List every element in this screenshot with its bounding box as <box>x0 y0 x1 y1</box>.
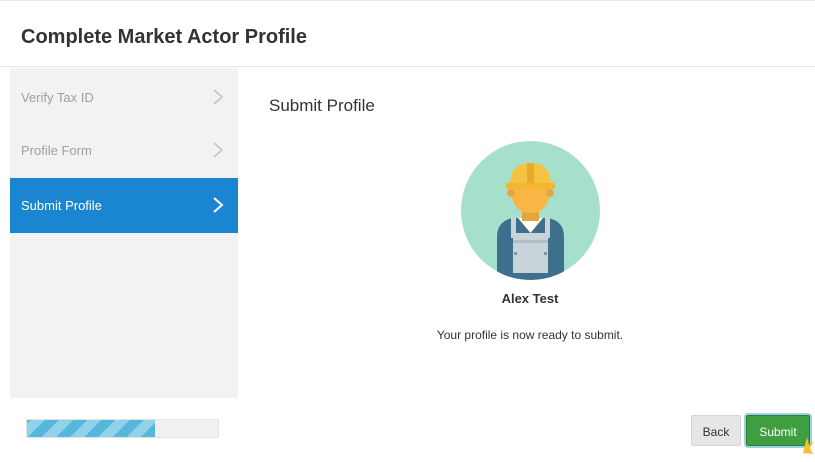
status-message: Your profile is now ready to submit. <box>436 328 624 342</box>
chevron-right-icon <box>213 89 224 105</box>
progress-fill <box>27 420 155 437</box>
steps-sidebar: Verify Tax ID Profile Form Submit Profil… <box>10 68 238 398</box>
user-name: Alex Test <box>501 291 559 306</box>
wizard-header: Complete Market Actor Profile <box>0 1 815 67</box>
back-button[interactable]: Back <box>691 415 741 446</box>
construction-worker-avatar-icon <box>461 141 600 280</box>
wizard-progress-bar <box>26 419 219 438</box>
step-label: Profile Form <box>21 143 92 158</box>
section-title: Submit Profile <box>269 96 375 115</box>
page-title: Complete Market Actor Profile <box>21 26 307 48</box>
step-verify-tax-id[interactable]: Verify Tax ID <box>10 70 238 125</box>
step-submit-profile[interactable]: Submit Profile <box>10 178 238 233</box>
step-label: Verify Tax ID <box>21 90 94 105</box>
cursor-click-icon <box>803 437 814 454</box>
chevron-right-icon <box>213 197 224 213</box>
chevron-right-icon <box>213 142 224 158</box>
profile-wizard-window: Complete Market Actor Profile Verify Tax… <box>0 0 815 462</box>
step-label: Submit Profile <box>21 198 102 213</box>
step-profile-form[interactable]: Profile Form <box>10 123 238 178</box>
